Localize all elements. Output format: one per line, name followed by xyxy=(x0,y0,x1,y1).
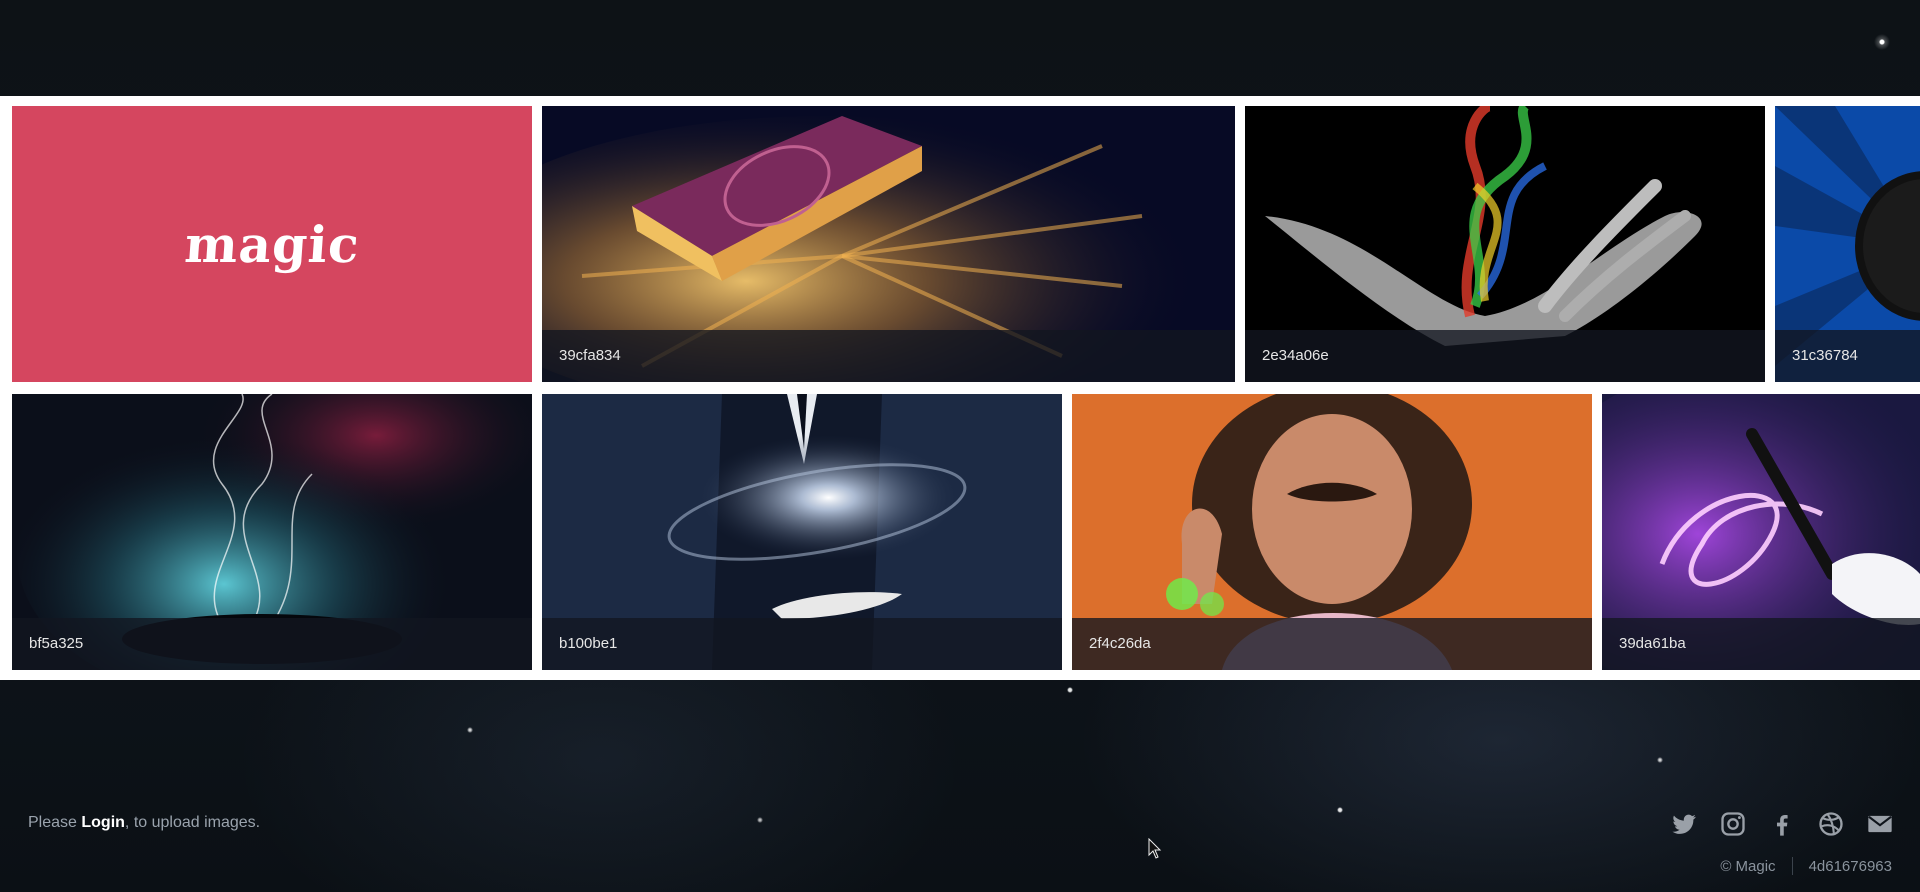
instagram-icon[interactable] xyxy=(1719,810,1747,838)
image-caption: 2f4c26da xyxy=(1072,618,1592,670)
gallery-tile[interactable]: 2e34a06e xyxy=(1245,106,1765,382)
dribbble-icon[interactable] xyxy=(1817,810,1845,838)
image-caption: 31c36784 xyxy=(1775,330,1920,382)
twitter-icon[interactable] xyxy=(1670,810,1698,838)
magic-logo: magic xyxy=(182,214,362,274)
image-gallery: magic 39cfa834 2e34a06e 31c36784 bf5a325… xyxy=(0,96,1920,680)
image-caption: bf5a325 xyxy=(12,618,532,670)
logo-tile[interactable]: magic xyxy=(12,106,532,382)
footer-meta: © Magic 4d61676963 xyxy=(1720,857,1892,875)
mail-icon[interactable] xyxy=(1866,810,1894,838)
gallery-tile[interactable]: 39cfa834 xyxy=(542,106,1235,382)
image-caption: 2e34a06e xyxy=(1245,330,1765,382)
gallery-tile[interactable]: 39da61ba xyxy=(1602,394,1920,670)
gallery-tile[interactable]: 2f4c26da xyxy=(1072,394,1592,670)
social-links xyxy=(1670,810,1894,838)
facebook-icon[interactable] xyxy=(1768,810,1796,838)
image-caption: 39da61ba xyxy=(1602,618,1920,670)
image-caption: 39cfa834 xyxy=(542,330,1235,382)
login-prompt: Please Login, to upload images. xyxy=(28,814,261,831)
gallery-tile[interactable]: b100be1 xyxy=(542,394,1062,670)
image-caption: b100be1 xyxy=(542,618,1062,670)
gallery-tile[interactable]: bf5a325 xyxy=(12,394,532,670)
divider xyxy=(1791,857,1793,875)
build-hash: 4d61676963 xyxy=(1808,857,1892,875)
gallery-tile[interactable]: 31c36784 xyxy=(1775,106,1920,382)
copyright-text: © Magic xyxy=(1720,857,1776,875)
mouse-cursor-icon xyxy=(1148,838,1162,859)
login-link[interactable]: Login xyxy=(81,814,125,831)
